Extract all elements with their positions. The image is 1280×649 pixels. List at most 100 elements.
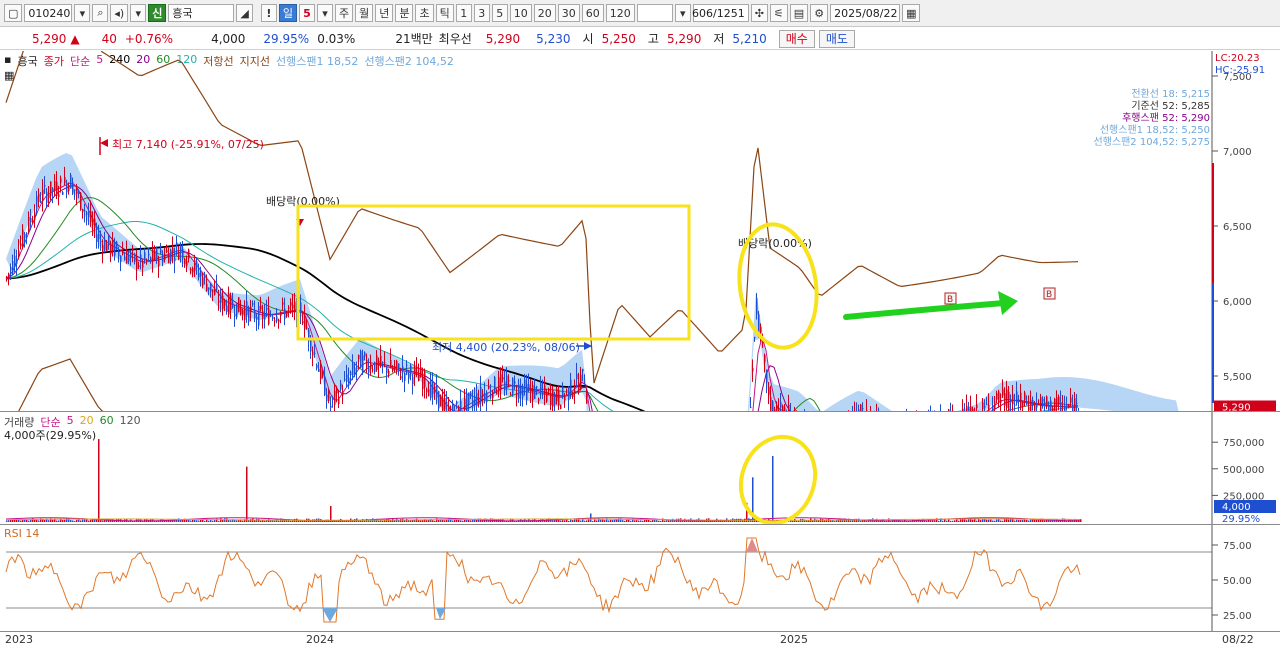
candle-body — [116, 241, 118, 249]
period-second-button[interactable]: 초 — [415, 4, 434, 22]
interval-5-button[interactable]: 5 — [491, 4, 508, 22]
candle-body — [280, 312, 282, 316]
period-number[interactable]: 5 — [298, 4, 315, 22]
candle-body — [362, 355, 364, 372]
interval-120-button[interactable]: 120 — [605, 4, 635, 22]
stock-name-field[interactable]: 흥국 — [168, 4, 235, 22]
stock-code-input[interactable]: 010240 — [24, 4, 73, 22]
volume-tag-label: 4,000 — [1222, 502, 1251, 513]
candle-body — [762, 342, 764, 344]
stock-name: 흥국 — [172, 7, 193, 20]
custom-interval-dropdown-icon[interactable]: ▾ — [674, 4, 691, 22]
volume-bar — [636, 520, 638, 522]
search-icon[interactable]: ⌕ — [92, 4, 109, 22]
candle-body — [386, 367, 388, 374]
interval-20-button[interactable]: 20 — [533, 4, 556, 22]
trend-arrow-head — [998, 291, 1018, 315]
candle-body — [144, 252, 146, 260]
candle-body — [134, 253, 136, 262]
buy-signal-letter: B — [1046, 290, 1052, 300]
period-minute-button[interactable]: 분 — [395, 4, 414, 22]
data-count-field[interactable]: 606/1251 — [692, 4, 749, 22]
interval-60-button[interactable]: 60 — [581, 4, 604, 22]
candle-body — [412, 377, 414, 385]
sell-button[interactable]: 매도 — [818, 29, 855, 48]
candle-body — [54, 181, 56, 190]
candle-body — [108, 235, 110, 246]
candle-body — [434, 386, 436, 393]
candle-body — [92, 220, 94, 226]
date-field[interactable]: 2025/08/22 — [830, 4, 901, 22]
volume-bar — [624, 520, 626, 522]
volume-bar — [670, 520, 672, 522]
volume-pane[interactable]: 거래량 단순 5 20 60 120 4,000주(29.95%) 750,00… — [0, 412, 1280, 524]
candle-body — [420, 367, 422, 377]
buy-button[interactable]: 매수 — [778, 29, 815, 48]
volume-bar — [952, 520, 954, 522]
candle-body — [382, 362, 384, 364]
volume-bar — [102, 520, 104, 522]
period-week-button[interactable]: 주 — [334, 4, 354, 22]
candle-body — [78, 192, 80, 195]
chart-settings-icon[interactable]: ⚟ — [769, 4, 788, 22]
candle-body — [246, 301, 248, 315]
volume-bar — [634, 520, 636, 522]
candle-body — [392, 368, 394, 371]
volume-bar — [990, 519, 992, 522]
candle-body — [96, 234, 98, 242]
volume-bar — [16, 519, 18, 522]
volume-bar — [330, 506, 332, 522]
volume-bar — [572, 520, 574, 522]
interval-1-button[interactable]: 1 — [455, 4, 472, 22]
candle-body — [348, 377, 350, 386]
volume-bar — [664, 520, 666, 522]
period-tick-button[interactable]: 틱 — [435, 4, 454, 22]
calendar-icon[interactable]: ▦ — [902, 4, 921, 22]
volume-bar — [924, 520, 926, 522]
volume-bar — [86, 519, 88, 522]
crosshair-icon[interactable]: ✣ — [750, 4, 768, 22]
low-annotation: 최저 4,400 (20.23%, 08/06) — [432, 341, 580, 354]
period-dropdown-icon[interactable]: ▾ — [316, 4, 333, 22]
candle-body — [430, 380, 432, 399]
period-month-button[interactable]: 월 — [355, 4, 374, 22]
candle-body — [212, 289, 214, 292]
price-pane[interactable]: ▪ 흥국 종가 단순 5 240 20 60 120 저항선 지지선 선행스팬1… — [0, 51, 1280, 411]
x-axis: 2023 2024 2025 08/22 — [0, 632, 1280, 649]
candle-body — [148, 253, 150, 256]
name-corner-icon[interactable]: ◢ — [236, 4, 253, 22]
candle-body — [976, 404, 978, 408]
interval-30-button[interactable]: 30 — [557, 4, 580, 22]
period-year-button[interactable]: 년 — [375, 4, 394, 22]
gear-icon[interactable]: ⚙ — [810, 4, 829, 22]
volume-bar — [10, 519, 12, 522]
period-day-button[interactable]: 일 — [278, 4, 297, 22]
window-icon[interactable]: ▢ — [4, 4, 23, 22]
volume-bar — [8, 520, 10, 522]
custom-interval-input[interactable] — [636, 4, 673, 22]
rsi-pane[interactable]: RSI 14 75.00 50.00 25.00 — [0, 525, 1280, 631]
interval-3-button[interactable]: 3 — [473, 4, 490, 22]
candle-body — [88, 213, 90, 218]
volume-bar — [390, 520, 392, 522]
candle-body — [10, 266, 12, 271]
candle-body — [398, 363, 400, 369]
alert-icon[interactable]: ! — [260, 4, 277, 22]
code-dropdown-icon[interactable]: ▾ — [74, 4, 91, 22]
volume-bar — [626, 519, 628, 522]
candle-body — [572, 393, 574, 397]
interval-10-button[interactable]: 10 — [509, 4, 532, 22]
volume-bar — [28, 520, 30, 522]
save-icon[interactable]: ▤ — [789, 4, 809, 22]
candle-body — [32, 221, 34, 224]
volume-bar — [976, 520, 978, 522]
candle-body — [256, 316, 258, 320]
menu-dropdown-icon[interactable]: ▾ — [130, 4, 147, 22]
speaker-icon[interactable]: ◂) — [110, 4, 129, 22]
candle-body — [326, 394, 328, 402]
volume-bar — [1000, 520, 1002, 522]
candle-body — [1074, 398, 1076, 411]
highlight-box — [296, 204, 691, 341]
candle-body — [1062, 406, 1064, 408]
candle-body — [524, 379, 526, 388]
